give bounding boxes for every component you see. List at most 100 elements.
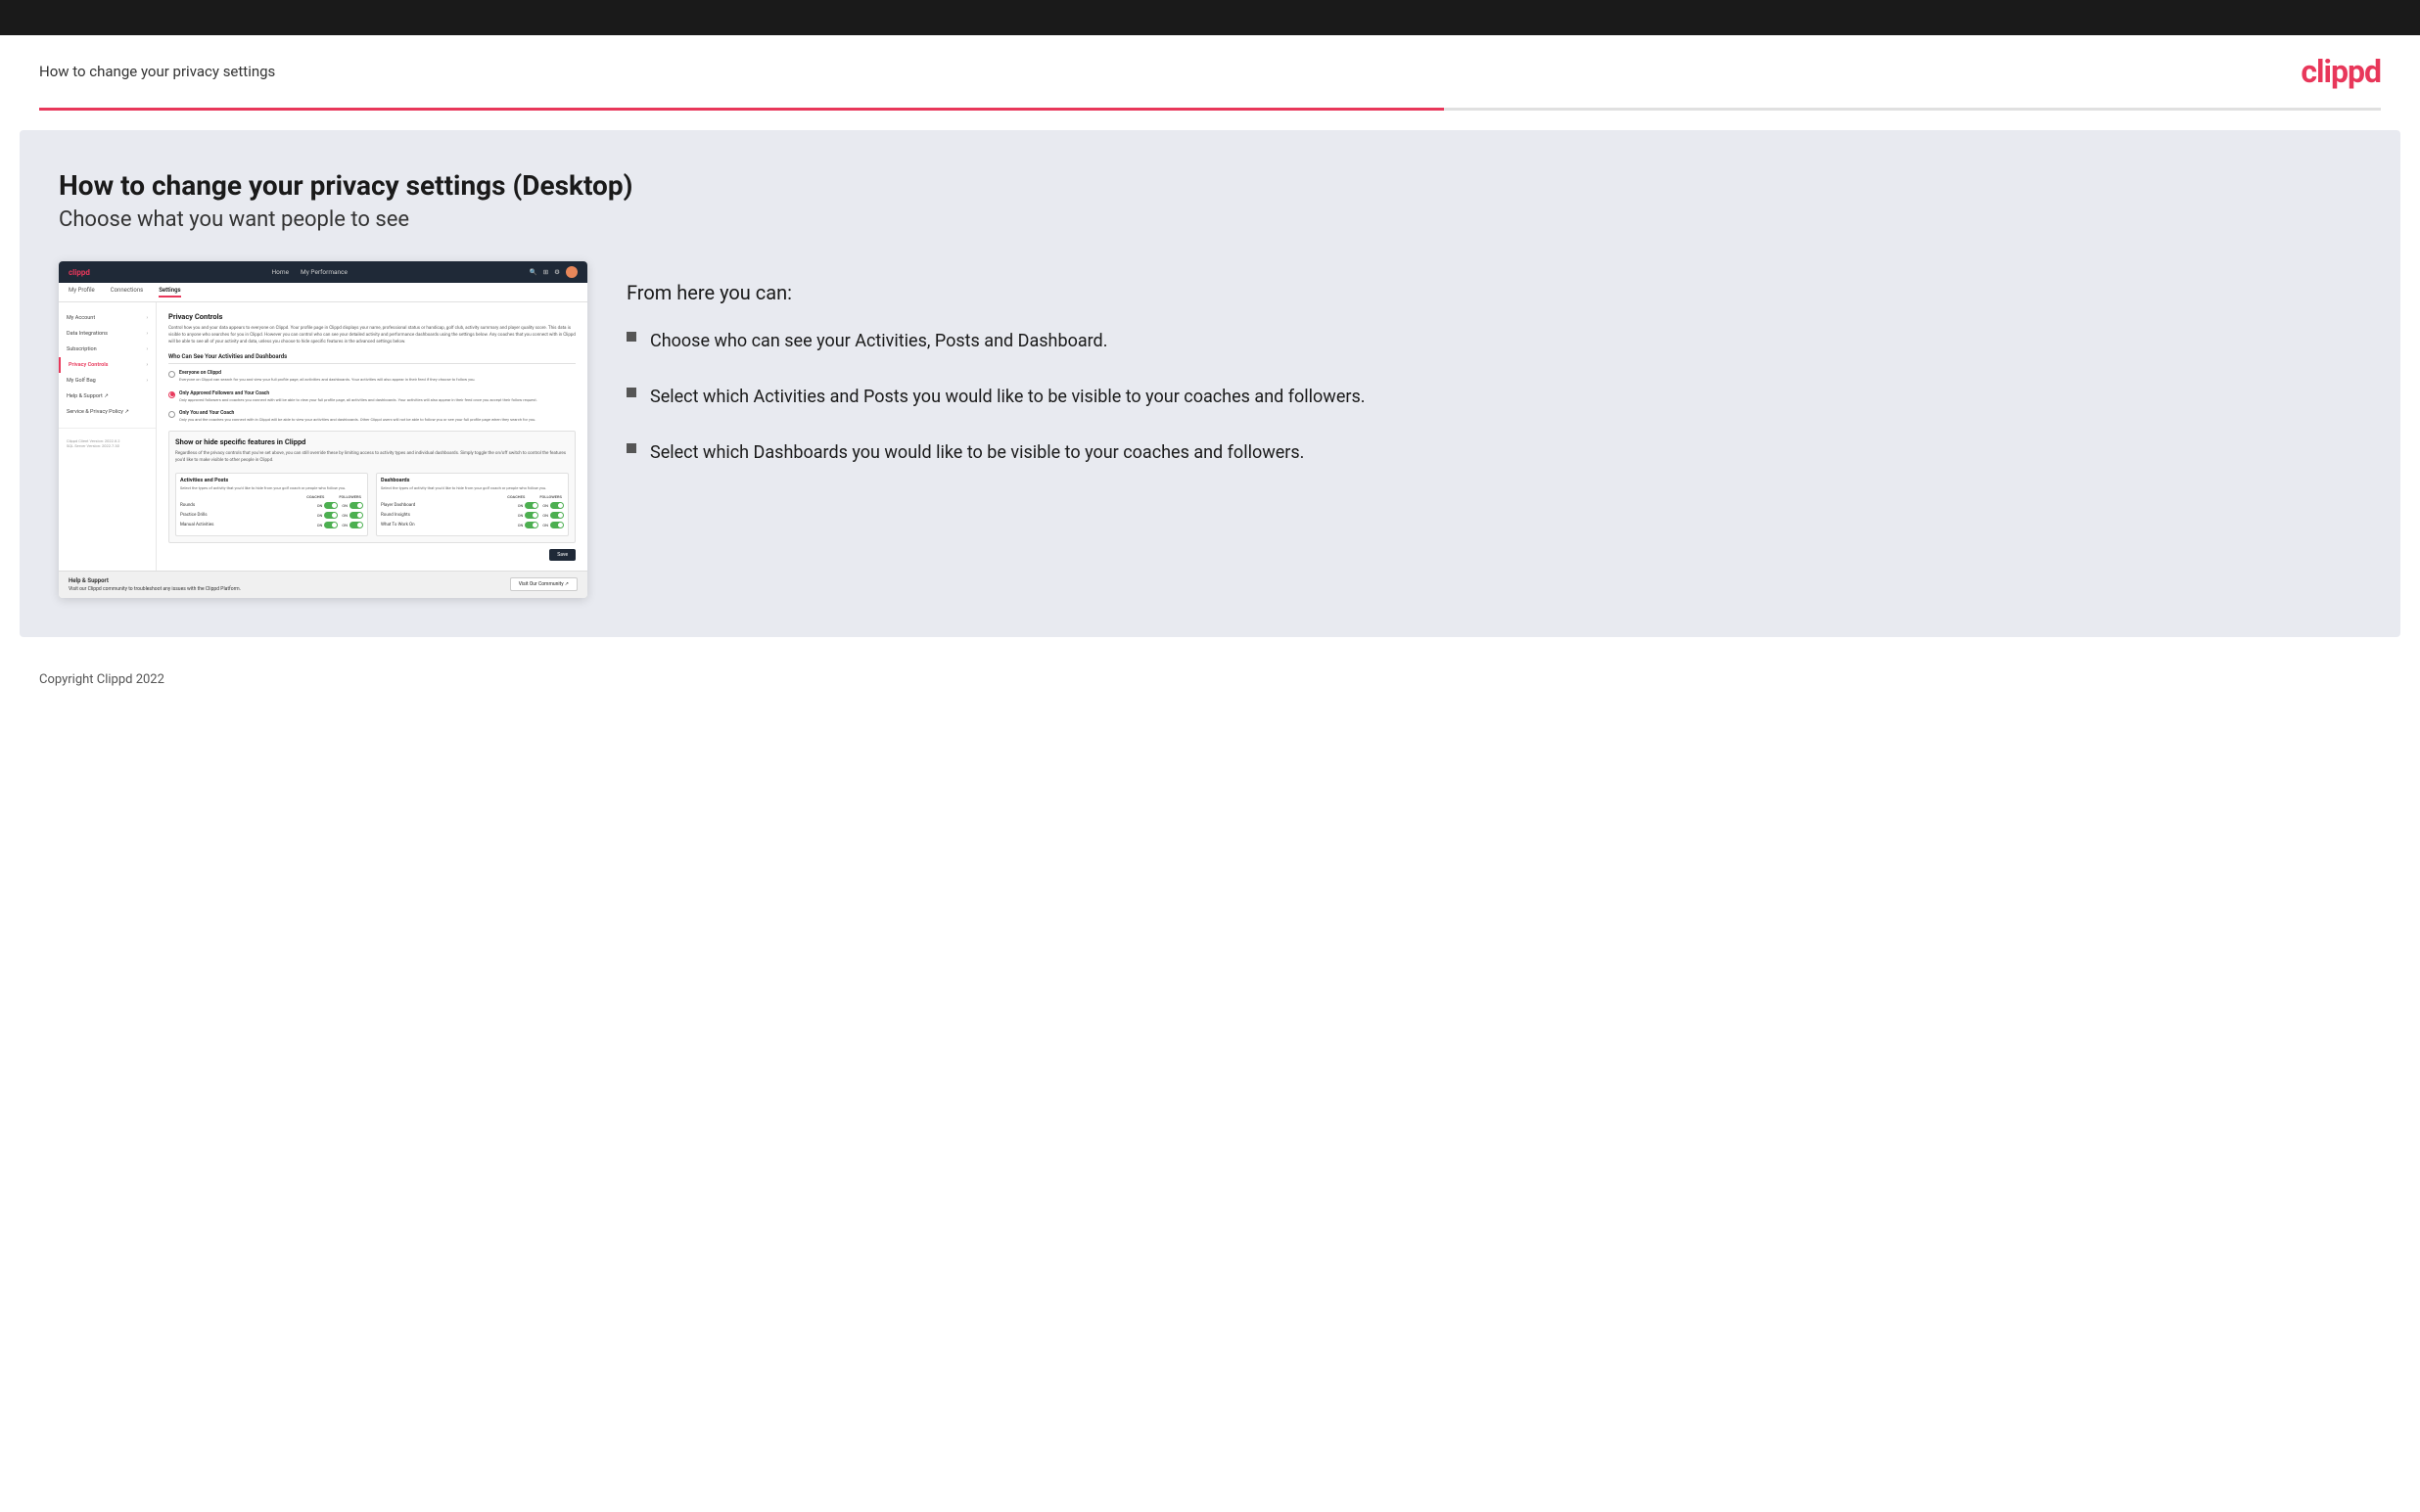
mock-drills-controls: ON ON bbox=[317, 512, 363, 519]
mock-dashboards-title: Dashboards bbox=[381, 478, 564, 483]
mock-radio-approved-btn bbox=[168, 391, 175, 398]
mock-player-followers: ON bbox=[542, 502, 564, 509]
screenshot-column: clippd Home My Performance 🔍 ⊞ ⚙ My Prof… bbox=[59, 261, 587, 598]
info-intro: From here you can: bbox=[627, 281, 2361, 304]
mock-main-panel: Privacy Controls Control how you and you… bbox=[157, 302, 587, 571]
mock-body: My Account› Data Integrations› Subscript… bbox=[59, 302, 587, 571]
mock-rounds-followers: ON bbox=[342, 502, 363, 509]
main-heading: How to change your privacy settings (Des… bbox=[59, 169, 2361, 202]
mock-subnav-profile: My Profile bbox=[69, 287, 95, 298]
mock-manual-label: Manual Activities bbox=[180, 523, 213, 527]
mock-insights-followers: ON bbox=[542, 512, 564, 519]
mock-toggle-section: Show or hide specific features in Clippd… bbox=[168, 431, 576, 543]
mock-avatar bbox=[566, 266, 578, 278]
mock-player-coaches-toggle bbox=[525, 502, 538, 509]
mock-navbar: clippd Home My Performance 🔍 ⊞ ⚙ bbox=[59, 261, 587, 283]
mock-sidebar-golf-bag: My Golf Bag› bbox=[59, 373, 156, 389]
mock-round-insights-controls: ON ON bbox=[518, 512, 564, 519]
mock-rounds-coaches-toggle bbox=[324, 502, 338, 509]
mock-rounds-followers-toggle bbox=[349, 502, 363, 509]
mock-settings-icon: ⚙ bbox=[554, 268, 560, 276]
mock-logo: clippd bbox=[69, 268, 90, 277]
mock-manual-coaches-toggle bbox=[324, 522, 338, 528]
mock-sidebar-account: My Account› bbox=[59, 310, 156, 326]
mock-insights-coaches: ON bbox=[518, 512, 539, 519]
header: How to change your privacy settings clip… bbox=[0, 35, 2420, 108]
bullet-icon-3 bbox=[627, 443, 636, 453]
two-col-layout: clippd Home My Performance 🔍 ⊞ ⚙ My Prof… bbox=[59, 261, 2361, 598]
bullet-text-1: Choose who can see your Activities, Post… bbox=[650, 328, 1107, 354]
mock-what-work-label: What To Work On bbox=[381, 523, 415, 527]
mock-activities-header: COACHES FOLLOWERS bbox=[180, 494, 363, 499]
bullet-icon-1 bbox=[627, 332, 636, 342]
mock-version: Clippd Client Version: 2022.8.2SQL Serve… bbox=[59, 428, 156, 452]
main-content: How to change your privacy settings (Des… bbox=[20, 130, 2400, 637]
mock-player-coaches: ON bbox=[518, 502, 539, 509]
mock-activities-desc: Select the types of activity that you'd … bbox=[180, 485, 363, 490]
mock-toggle-row: Activities and Posts Select the types of… bbox=[175, 473, 569, 536]
mock-what-work-row: What To Work On ON ON bbox=[381, 522, 564, 528]
mock-radio-only-you-desc: Only you and the coaches you connect wit… bbox=[179, 417, 535, 423]
mock-insights-followers-toggle bbox=[550, 512, 564, 519]
mock-player-dashboard-controls: ON ON bbox=[518, 502, 564, 509]
mock-manual-controls: ON ON bbox=[317, 522, 363, 528]
mock-nav-performance: My Performance bbox=[301, 268, 348, 276]
mock-manual-row: Manual Activities ON ON bbox=[180, 522, 363, 528]
mock-sidebar-help: Help & Support ↗ bbox=[59, 389, 156, 404]
bullet-text-2: Select which Activities and Posts you wo… bbox=[650, 384, 1366, 410]
mock-who-title: Who Can See Your Activities and Dashboar… bbox=[168, 353, 576, 364]
mock-privacy-desc: Control how you and your data appears to… bbox=[168, 326, 576, 345]
mock-what-followers-toggle bbox=[550, 522, 564, 528]
mock-radio-everyone-label: Everyone on Clippd bbox=[179, 370, 475, 376]
footer: Copyright Clippd 2022 bbox=[0, 657, 2420, 703]
bullet-item-3: Select which Dashboards you would like t… bbox=[627, 439, 2361, 466]
app-mockup: clippd Home My Performance 🔍 ⊞ ⚙ My Prof… bbox=[59, 261, 587, 598]
mock-nav-links: Home My Performance bbox=[272, 268, 348, 276]
mock-manual-coaches: ON bbox=[317, 522, 339, 528]
mock-dashboards-desc: Select the types of activity that you'd … bbox=[381, 485, 564, 490]
bullet-text-3: Select which Dashboards you would like t… bbox=[650, 439, 1304, 466]
mock-sidebar-privacy: Privacy Controls› bbox=[59, 357, 156, 373]
mock-manual-followers: ON bbox=[342, 522, 363, 528]
mock-grid-icon: ⊞ bbox=[543, 268, 548, 276]
mock-nav-icons: 🔍 ⊞ ⚙ bbox=[530, 266, 578, 278]
mock-player-dashboard-label: Player Dashboard bbox=[381, 503, 415, 508]
mock-what-work-controls: ON ON bbox=[518, 522, 564, 528]
logo: clippd bbox=[2301, 53, 2381, 90]
mock-rounds-label: Rounds bbox=[180, 503, 195, 508]
mock-drills-row: Practice Drills ON ON bbox=[180, 512, 363, 519]
mock-show-hide-desc: Regardless of the privacy controls that … bbox=[175, 451, 569, 465]
mock-dashboards-box: Dashboards Select the types of activity … bbox=[376, 473, 569, 536]
mock-show-hide-title: Show or hide specific features in Clippd bbox=[175, 437, 569, 446]
mock-nav-home: Home bbox=[272, 268, 290, 276]
mock-radio-only-you-btn bbox=[168, 411, 175, 418]
mock-round-insights-row: Round Insights ON ON bbox=[381, 512, 564, 519]
mock-drills-followers-toggle bbox=[349, 512, 363, 519]
mock-player-dashboard-row: Player Dashboard ON ON bbox=[381, 502, 564, 509]
mock-search-icon: 🔍 bbox=[530, 268, 537, 276]
header-divider bbox=[39, 108, 2381, 111]
mock-what-coaches: ON bbox=[518, 522, 539, 528]
mock-radio-only-you-label: Only You and Your Coach bbox=[179, 410, 535, 416]
mock-dashboards-header: COACHES FOLLOWERS bbox=[381, 494, 564, 499]
mock-rounds-row: Rounds ON ON bbox=[180, 502, 363, 509]
mock-sidebar-privacy-policy: Service & Privacy Policy ↗ bbox=[59, 404, 156, 420]
mock-drills-label: Practice Drills bbox=[180, 513, 208, 518]
mock-radio-approved-desc: Only approved followers and coaches you … bbox=[179, 397, 537, 403]
mock-rounds-controls: ON ON bbox=[317, 502, 363, 509]
mock-subnav: My Profile Connections Settings bbox=[59, 283, 587, 302]
info-column: From here you can: Choose who can see yo… bbox=[627, 261, 2361, 495]
mock-activities-box: Activities and Posts Select the types of… bbox=[175, 473, 368, 536]
top-bar bbox=[0, 0, 2420, 35]
mock-radio-everyone: Everyone on Clippd Everyone on Clippd ca… bbox=[168, 370, 576, 383]
mock-activities-title: Activities and Posts bbox=[180, 478, 363, 483]
mock-drills-coaches-toggle bbox=[324, 512, 338, 519]
mock-help-section: Help & Support Visit our Clippd communit… bbox=[59, 571, 587, 598]
mock-visit-community-button: Visit Our Community ↗ bbox=[510, 577, 578, 591]
mock-save-button: Save bbox=[549, 549, 576, 561]
mock-save-row: Save bbox=[168, 549, 576, 561]
mock-radio-everyone-btn bbox=[168, 371, 175, 378]
mock-sidebar: My Account› Data Integrations› Subscript… bbox=[59, 302, 157, 571]
bullet-item-1: Choose who can see your Activities, Post… bbox=[627, 328, 2361, 354]
mock-radio-only-you: Only You and Your Coach Only you and the… bbox=[168, 410, 576, 423]
